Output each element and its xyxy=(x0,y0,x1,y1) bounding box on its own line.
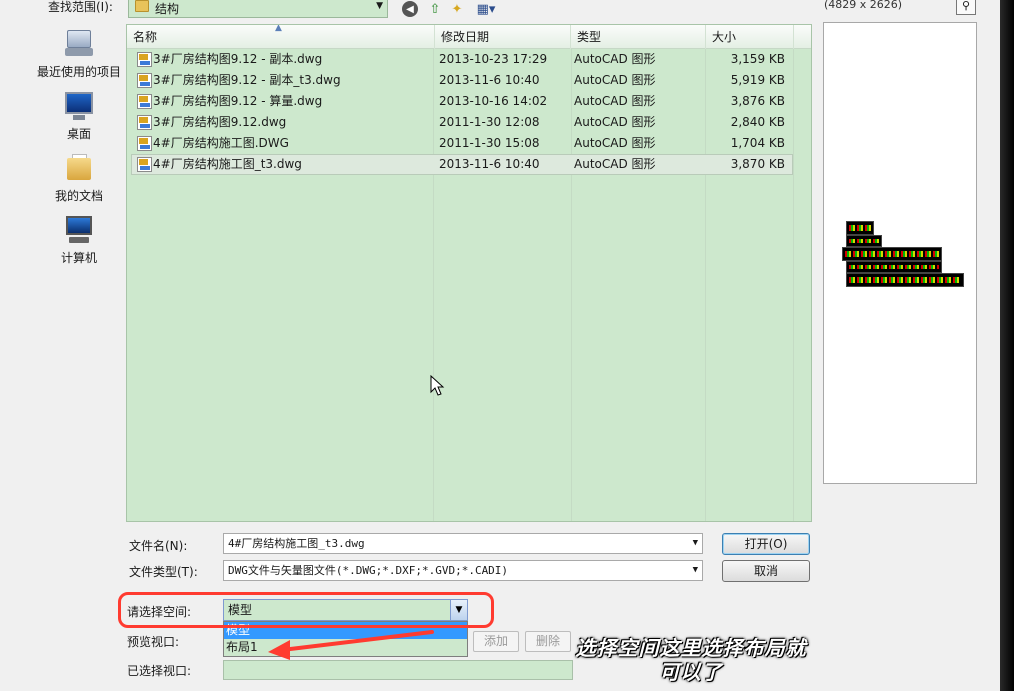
file-row[interactable]: 3#厂房结构图9.12 - 副本_t3.dwg 2013-11-6 10:40 … xyxy=(131,70,793,91)
file-name: 3#厂房结构图9.12.dwg xyxy=(153,115,287,129)
file-modified: 2011-1-30 12:08 xyxy=(439,115,540,129)
folder-icon xyxy=(135,0,149,12)
place-label: 我的文档 xyxy=(54,189,103,203)
my-documents-icon xyxy=(63,152,95,184)
annotation-line: 可以了 xyxy=(659,660,723,684)
selected-viewport-label: 已选择视口: xyxy=(127,664,192,678)
file-row-selected[interactable]: 4#厂房结构施工图_t3.dwg 2013-11-6 10:40 AutoCAD… xyxy=(131,154,793,175)
chevron-down-icon[interactable]: ▼ xyxy=(693,534,698,553)
file-type: AutoCAD 图形 xyxy=(574,115,656,129)
preview-pane xyxy=(823,22,977,484)
file-type: AutoCAD 图形 xyxy=(574,52,656,66)
look-in-value: 结构 xyxy=(155,2,180,16)
view-menu-icon[interactable]: ▦▾ xyxy=(472,1,500,17)
cancel-button[interactable]: 取消 xyxy=(722,560,810,582)
filetype-select[interactable]: DWG文件与矢量图文件(*.DWG;*.DXF;*.GVD;*.CADI) ▼ xyxy=(223,560,703,581)
file-size: 3,870 KB xyxy=(730,157,785,171)
file-name: 3#厂房结构图9.12 - 副本.dwg xyxy=(153,52,323,66)
open-button[interactable]: 打开(O) xyxy=(722,533,810,555)
dwg-file-icon xyxy=(137,52,152,67)
file-modified: 2013-11-6 10:40 xyxy=(439,73,540,87)
mouse-cursor-icon xyxy=(430,375,445,396)
file-size: 3,159 KB xyxy=(730,52,785,66)
file-type: AutoCAD 图形 xyxy=(574,94,656,108)
column-header: 名称 修改日期 类型 大小 ▲ xyxy=(127,24,811,49)
file-modified: 2013-10-23 17:29 xyxy=(439,52,548,66)
place-label: 计算机 xyxy=(60,251,97,265)
file-type: AutoCAD 图形 xyxy=(574,157,656,171)
annotation-arrow-icon xyxy=(268,630,434,660)
filename-value: 4#厂房结构施工图_t3.dwg xyxy=(228,537,365,550)
dwg-file-icon xyxy=(137,73,152,88)
place-label: 桌面 xyxy=(66,127,91,141)
filetype-value: DWG文件与矢量图文件(*.DWG;*.DXF;*.GVD;*.CADI) xyxy=(228,564,509,577)
up-folder-icon[interactable]: ⇧ xyxy=(426,1,444,17)
file-size: 1,704 KB xyxy=(730,136,785,150)
file-type: AutoCAD 图形 xyxy=(574,73,656,87)
column-size[interactable]: 大小 xyxy=(706,25,794,49)
delete-button[interactable]: 删除 xyxy=(525,631,571,652)
annotation-text: 选择空间这里选择布局就 可以了 xyxy=(566,636,816,684)
places-bar: 最近使用的项目 桌面 我的文档 计算机 xyxy=(34,24,124,314)
file-row[interactable]: 4#厂房结构施工图.DWG 2011-1-30 15:08 AutoCAD 图形… xyxy=(131,133,793,154)
file-list[interactable]: 名称 修改日期 类型 大小 ▲ 3#厂房结构图9.12 - 副本.dwg 201… xyxy=(126,24,812,522)
dwg-file-icon xyxy=(137,115,152,130)
filetype-label: 文件类型(T): xyxy=(129,565,198,579)
dwg-file-icon xyxy=(137,94,152,109)
filename-input[interactable]: 4#厂房结构施工图_t3.dwg ▼ xyxy=(223,533,703,554)
file-size: 3,876 KB xyxy=(730,94,785,108)
file-type: AutoCAD 图形 xyxy=(574,136,656,150)
computer-icon xyxy=(63,214,95,246)
file-row[interactable]: 3#厂房结构图9.12 - 副本.dwg 2013-10-23 17:29 Au… xyxy=(131,49,793,70)
window-edge xyxy=(1000,0,1014,691)
column-type[interactable]: 类型 xyxy=(571,25,706,49)
sort-arrow-icon: ▲ xyxy=(275,24,282,33)
place-desktop[interactable]: 桌面 xyxy=(34,90,124,142)
add-button[interactable]: 添加 xyxy=(473,631,519,652)
preview-size-label: (4829 x 2626) xyxy=(824,0,903,11)
filename-label: 文件名(N): xyxy=(129,539,188,553)
magnifier-icon[interactable]: ⚲ xyxy=(956,0,976,15)
file-name: 3#厂房结构图9.12 - 算量.dwg xyxy=(153,94,323,108)
selected-viewport-field[interactable] xyxy=(223,660,573,680)
file-size: 2,840 KB xyxy=(730,115,785,129)
file-row[interactable]: 3#厂房结构图9.12 - 算量.dwg 2013-10-16 14:02 Au… xyxy=(131,91,793,112)
open-file-dialog: 查找范围(I): 结构 ▼ ◀ ⇧ ✦ ▦▾ (4829 x 2626) ⚲ 最… xyxy=(0,0,1000,691)
drawing-thumbnail xyxy=(842,221,964,289)
file-modified: 2013-11-6 10:40 xyxy=(439,157,540,171)
file-modified: 2013-10-16 14:02 xyxy=(439,94,548,108)
place-computer[interactable]: 计算机 xyxy=(34,214,124,266)
look-in-label: 查找范围(I): xyxy=(48,0,113,14)
annotation-line: 选择空间这里选择布局就 xyxy=(575,636,807,660)
dwg-file-icon xyxy=(137,157,152,172)
file-modified: 2011-1-30 15:08 xyxy=(439,136,540,150)
dwg-file-icon xyxy=(137,136,152,151)
desktop-icon xyxy=(63,90,95,122)
column-modified[interactable]: 修改日期 xyxy=(435,25,571,49)
file-size: 5,919 KB xyxy=(730,73,785,87)
chevron-down-icon[interactable]: ▼ xyxy=(693,561,698,580)
recent-items-icon xyxy=(63,28,95,60)
file-name: 4#厂房结构施工图.DWG xyxy=(153,136,289,150)
look-in-combo[interactable]: 结构 ▼ xyxy=(128,0,388,18)
place-my-documents[interactable]: 我的文档 xyxy=(34,152,124,204)
place-label: 最近使用的项目 xyxy=(36,65,121,79)
file-name: 3#厂房结构图9.12 - 副本_t3.dwg xyxy=(153,73,341,87)
file-row[interactable]: 3#厂房结构图9.12.dwg 2011-1-30 12:08 AutoCAD … xyxy=(131,112,793,133)
preview-viewport-label: 预览视口: xyxy=(127,635,180,649)
new-folder-icon[interactable]: ✦ xyxy=(448,1,466,17)
chevron-down-icon[interactable]: ▼ xyxy=(376,1,383,11)
file-name: 4#厂房结构施工图_t3.dwg xyxy=(153,157,302,171)
place-recent-items[interactable]: 最近使用的项目 xyxy=(34,28,124,80)
back-icon[interactable]: ◀ xyxy=(402,1,418,17)
